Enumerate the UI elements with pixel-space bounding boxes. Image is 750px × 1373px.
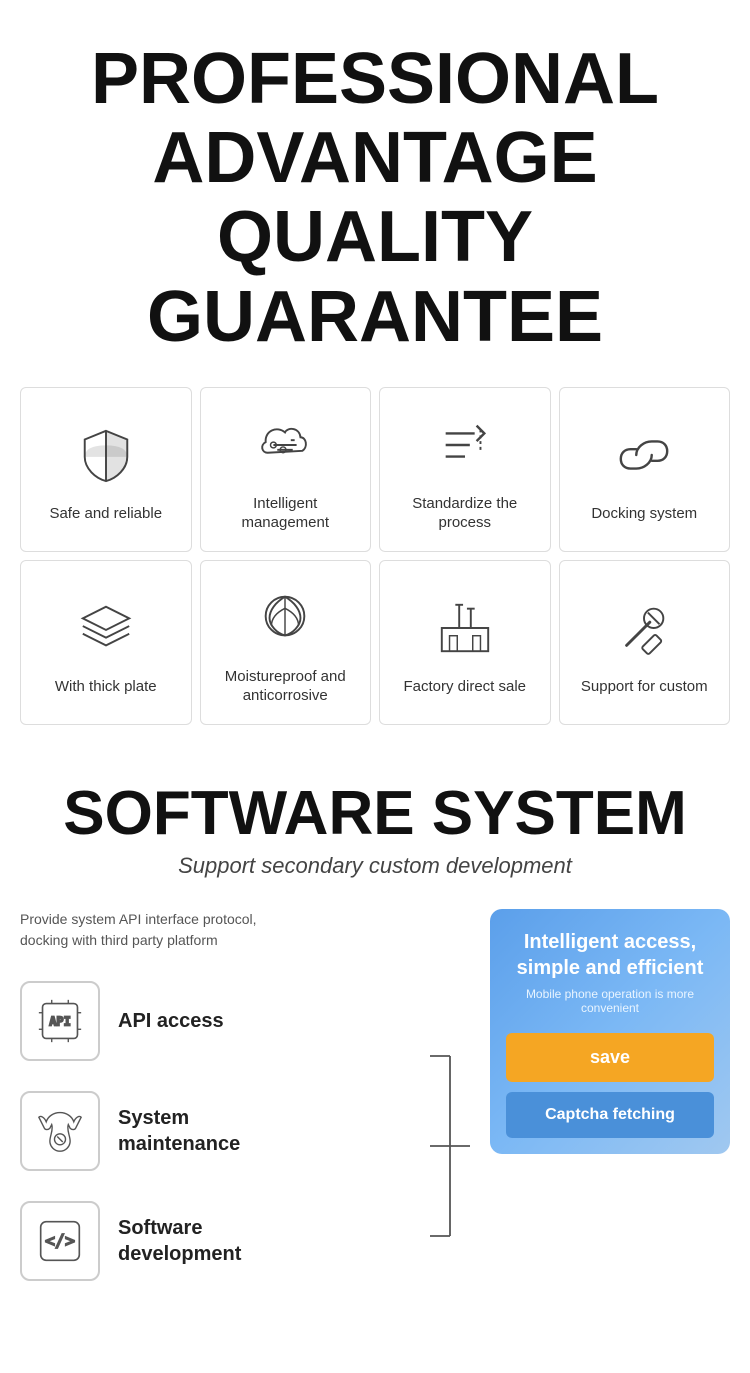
feature-dev: </> Software development: [20, 1201, 430, 1281]
card-standardize-process: Standardize the process: [379, 387, 551, 552]
save-button[interactable]: save: [506, 1033, 714, 1082]
grid-row-2: With thick plate Moistureproof and antic…: [20, 560, 730, 725]
feature-api: API API access: [20, 981, 430, 1061]
shield-icon: [71, 420, 141, 490]
cloud-settings-icon: [250, 410, 320, 480]
maintenance-icon: [37, 1108, 83, 1154]
card-label: Intelligent management: [211, 494, 361, 533]
card-moistureproof: Moistureproof and anticorrosive: [200, 560, 372, 725]
card-label: Factory direct sale: [403, 677, 526, 697]
card-label: With thick plate: [55, 677, 157, 697]
feature-list: API API access: [20, 981, 430, 1311]
feature-maintenance: System maintenance: [20, 1091, 430, 1171]
feature-label: System maintenance: [118, 1105, 240, 1157]
grid-row-1: Safe and reliable Intelligent management: [20, 387, 730, 552]
feature-label: Software development: [118, 1215, 241, 1267]
factory-icon: [430, 593, 500, 663]
feature-label: API access: [118, 1008, 224, 1034]
header-title: PROFESSIONAL ADVANTAGE QUALITY GUARANTEE: [20, 40, 730, 357]
layers-icon: [71, 593, 141, 663]
card-support-custom: Support for custom: [559, 560, 731, 725]
software-section: SOFTWARE SYSTEM Support secondary custom…: [0, 753, 750, 1331]
card-thick-plate: With thick plate: [20, 560, 192, 725]
software-right-panel: Intelligent access, simple and efficient…: [490, 909, 730, 1154]
code-icon-box: </>: [20, 1201, 100, 1281]
bracket-connector: [430, 981, 470, 1311]
bracket-svg: [430, 1006, 470, 1286]
card-label: Moistureproof and anticorrosive: [211, 667, 361, 706]
software-description: Provide system API interface protocol, d…: [20, 909, 470, 951]
software-subtitle: Support secondary custom development: [20, 853, 730, 879]
panel-card: Intelligent access, simple and efficient…: [490, 909, 730, 1154]
grid-section: Safe and reliable Intelligent management: [0, 387, 750, 753]
card-factory-direct: Factory direct sale: [379, 560, 551, 725]
svg-text:API: API: [49, 1014, 71, 1028]
card-safe-reliable: Safe and reliable: [20, 387, 192, 552]
maintenance-icon-box: [20, 1091, 100, 1171]
features-with-bracket: API API access: [20, 981, 470, 1311]
process-icon: [430, 410, 500, 480]
api-icon-box: API: [20, 981, 100, 1061]
panel-sub-title: Mobile phone operation is more convenien…: [506, 987, 714, 1015]
card-label: Support for custom: [581, 677, 708, 697]
link-icon: [609, 420, 679, 490]
card-docking-system: Docking system: [559, 387, 731, 552]
header-section: PROFESSIONAL ADVANTAGE QUALITY GUARANTEE: [0, 0, 750, 387]
panel-main-title: Intelligent access, simple and efficient: [506, 929, 714, 981]
card-label: Safe and reliable: [49, 504, 162, 524]
api-icon: API: [37, 998, 83, 1044]
software-content: Provide system API interface protocol, d…: [20, 909, 730, 1311]
tools-icon: [609, 593, 679, 663]
card-intelligent-management: Intelligent management: [200, 387, 372, 552]
software-left: Provide system API interface protocol, d…: [20, 909, 470, 1311]
software-title: SOFTWARE SYSTEM: [20, 783, 730, 845]
leaf-icon: [250, 583, 320, 653]
svg-text:</>: </>: [45, 1231, 75, 1250]
code-icon: </>: [37, 1218, 83, 1264]
captcha-button[interactable]: Captcha fetching: [506, 1092, 714, 1138]
card-label: Standardize the process: [390, 494, 540, 533]
card-label: Docking system: [591, 504, 697, 524]
